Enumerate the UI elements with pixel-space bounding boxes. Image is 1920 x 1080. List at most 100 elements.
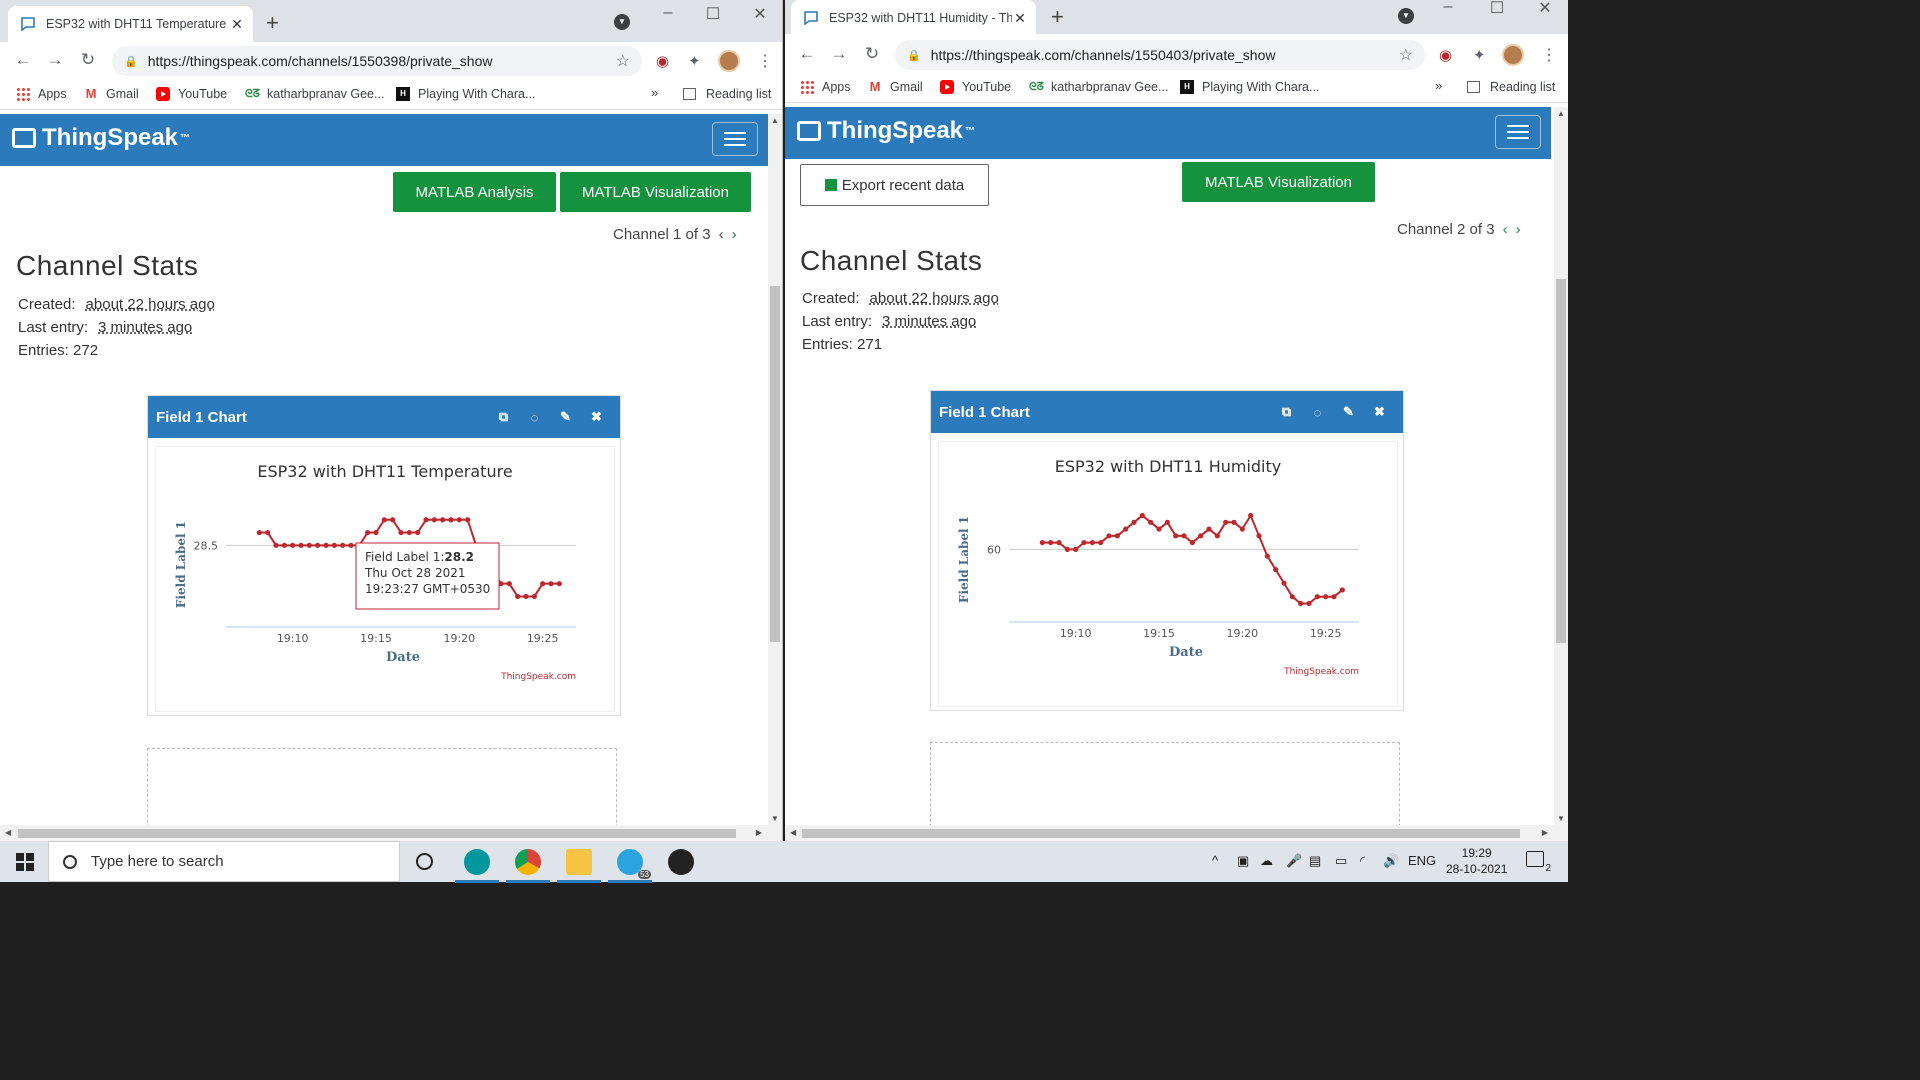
tab-temperature[interactable]: ESP32 with DHT11 Temperature - ✕ (8, 6, 253, 42)
onedrive-icon[interactable]: ☁ (1260, 853, 1273, 869)
bookmark-star-icon[interactable]: ☆ (1399, 45, 1413, 65)
minimize-icon[interactable]: – (658, 4, 678, 22)
taskbar-search-box[interactable]: Type here to search (48, 841, 400, 882)
close-tab-icon[interactable]: ✕ (229, 16, 245, 33)
bookmark-gfg[interactable]: ᘓᘔ katharbpranav Gee... (245, 87, 384, 101)
matlab-analysis-button[interactable]: MATLAB Analysis (393, 172, 556, 212)
vertical-scrollbar[interactable]: ▲ ▼ (1554, 107, 1568, 825)
close-tab-icon[interactable]: ✕ (1012, 10, 1028, 27)
bookmark-hackerrank[interactable]: H Playing With Chara... (396, 87, 535, 101)
telegram-app-icon[interactable]: 53 (608, 849, 652, 883)
lock-icon: 🔒 (124, 55, 138, 68)
notification-center-icon[interactable]: 2 (1526, 851, 1551, 874)
thingspeak-logo[interactable]: ThingSpeak ™ (12, 124, 190, 152)
profile-avatar[interactable] (718, 50, 740, 72)
new-tab-button[interactable]: + (1051, 4, 1064, 30)
close-window-icon[interactable]: ✕ (750, 4, 770, 24)
extension-icon[interactable]: ◉ (1439, 46, 1452, 64)
minimize-icon[interactable]: – (1438, 0, 1458, 16)
address-bar[interactable]: 🔒 https://thingspeak.com/channels/155040… (895, 40, 1425, 70)
open-external-icon[interactable]: ⧉ (488, 409, 519, 425)
forward-icon[interactable]: → (829, 44, 849, 64)
puzzle-icon[interactable]: ✦ (1473, 46, 1486, 64)
menu-dots-icon[interactable]: ⋮ (1541, 45, 1557, 65)
arduino-app-icon[interactable] (455, 849, 499, 883)
tab-search-icon[interactable]: ▼ (614, 14, 630, 30)
comment-icon[interactable]: ◌ (1302, 405, 1333, 420)
tab-search-icon[interactable]: ▼ (1398, 8, 1414, 24)
menu-dots-icon[interactable]: ⋮ (757, 51, 773, 71)
bookmark-youtube[interactable]: YouTube (156, 87, 227, 101)
tab-humidity[interactable]: ESP32 with DHT11 Humidity - Th ✕ (791, 0, 1036, 36)
bookmark-apps[interactable]: Apps (800, 80, 851, 94)
more-bookmarks-icon[interactable]: » (1435, 78, 1442, 93)
hamburger-menu-button[interactable] (712, 122, 758, 156)
matlab-visualization-button[interactable]: MATLAB Visualization (560, 172, 751, 212)
microphone-icon[interactable]: 🎤 (1286, 853, 1302, 869)
back-icon[interactable]: ← (797, 44, 817, 64)
forward-icon[interactable]: → (45, 50, 65, 70)
chart-data-point (1339, 587, 1345, 593)
close-window-icon[interactable]: ✕ (1535, 0, 1555, 18)
chart-data-point (381, 517, 387, 523)
next-channel-icon[interactable]: › (732, 226, 737, 243)
profile-avatar[interactable] (1502, 44, 1524, 66)
device-icon[interactable]: ▣ (1237, 853, 1249, 869)
address-bar[interactable]: 🔒 https://thingspeak.com/channels/155039… (112, 46, 642, 76)
language-indicator[interactable]: ENG (1408, 853, 1436, 868)
close-widget-icon[interactable]: ✖ (1364, 404, 1395, 420)
horizontal-scrollbar[interactable]: ◀ ▶ (785, 825, 1568, 841)
chart-data-point (406, 529, 412, 536)
vertical-scrollbar[interactable]: ▲ ▼ (768, 114, 782, 825)
edit-icon[interactable]: ✎ (550, 409, 581, 425)
edit-icon[interactable]: ✎ (1333, 404, 1364, 420)
browser-window-right: ESP32 with DHT11 Humidity - Th ✕ + ▼ – ☐… (785, 0, 1568, 841)
prev-channel-icon[interactable]: ‹ (719, 226, 724, 243)
bookmark-youtube[interactable]: YouTube (940, 80, 1011, 94)
bookmark-gmail[interactable]: M Gmail (84, 87, 139, 102)
show-hidden-icons-icon[interactable]: ^ (1212, 853, 1218, 868)
back-icon[interactable]: ← (13, 50, 33, 70)
bookmark-hackerrank[interactable]: H Playing With Chara... (1180, 80, 1319, 94)
file-explorer-icon[interactable] (557, 849, 601, 883)
vertical-scroll-thumb[interactable] (770, 286, 780, 642)
reading-list[interactable]: Reading list (683, 87, 771, 101)
next-channel-icon[interactable]: › (1516, 221, 1521, 238)
maximize-icon[interactable]: ☐ (703, 4, 723, 24)
vertical-scroll-thumb[interactable] (1556, 279, 1566, 643)
cortana-icon[interactable] (416, 853, 433, 870)
export-recent-data-button[interactable]: Export recent data (800, 164, 989, 206)
bookmark-apps[interactable]: Apps (16, 87, 67, 101)
reading-list[interactable]: Reading list (1467, 80, 1555, 94)
new-tab-button[interactable]: + (266, 10, 279, 36)
close-widget-icon[interactable]: ✖ (581, 409, 612, 425)
thingspeak-logo[interactable]: ThingSpeak ™ (797, 117, 975, 145)
horizontal-scrollbar[interactable]: ◀ ▶ (0, 825, 782, 841)
extension-icon[interactable]: ◉ (656, 52, 669, 70)
matlab-visualization-button[interactable]: MATLAB Visualization (1182, 162, 1375, 202)
humidity-chart[interactable]: ESP32 with DHT11 Humidity Field Label 1 Da… (939, 442, 1397, 706)
wifi-icon[interactable]: ◜ (1360, 853, 1365, 869)
horizontal-scroll-thumb[interactable] (18, 829, 736, 838)
bookmark-gfg[interactable]: ᘓᘔ katharbpranav Gee... (1029, 80, 1168, 94)
hamburger-menu-button[interactable] (1495, 115, 1541, 149)
battery-icon[interactable]: ▭ (1335, 853, 1347, 869)
maximize-icon[interactable]: ☐ (1487, 0, 1507, 18)
open-external-icon[interactable]: ⧉ (1271, 404, 1302, 420)
bookmark-gmail[interactable]: M Gmail (868, 80, 923, 95)
reload-icon[interactable]: ↻ (78, 50, 98, 70)
windows-start-icon[interactable] (16, 853, 34, 871)
more-bookmarks-icon[interactable]: » (651, 85, 658, 100)
volume-icon[interactable]: 🔊 (1383, 853, 1399, 869)
obs-app-icon[interactable] (668, 849, 694, 875)
reload-icon[interactable]: ↻ (862, 44, 882, 64)
puzzle-icon[interactable]: ✦ (688, 52, 701, 70)
bookmark-star-icon[interactable]: ☆ (616, 51, 630, 71)
temperature-chart[interactable]: ESP32 with DHT11 Temperature Field Label … (156, 447, 614, 711)
chrome-app-icon[interactable] (506, 849, 550, 883)
comment-icon[interactable]: ◌ (519, 410, 550, 425)
system-clock[interactable]: 19:29 28-10-2021 (1446, 845, 1507, 877)
prev-channel-icon[interactable]: ‹ (1503, 221, 1508, 238)
horizontal-scroll-thumb[interactable] (802, 829, 1520, 838)
network-icon[interactable]: ▤ (1309, 853, 1321, 869)
